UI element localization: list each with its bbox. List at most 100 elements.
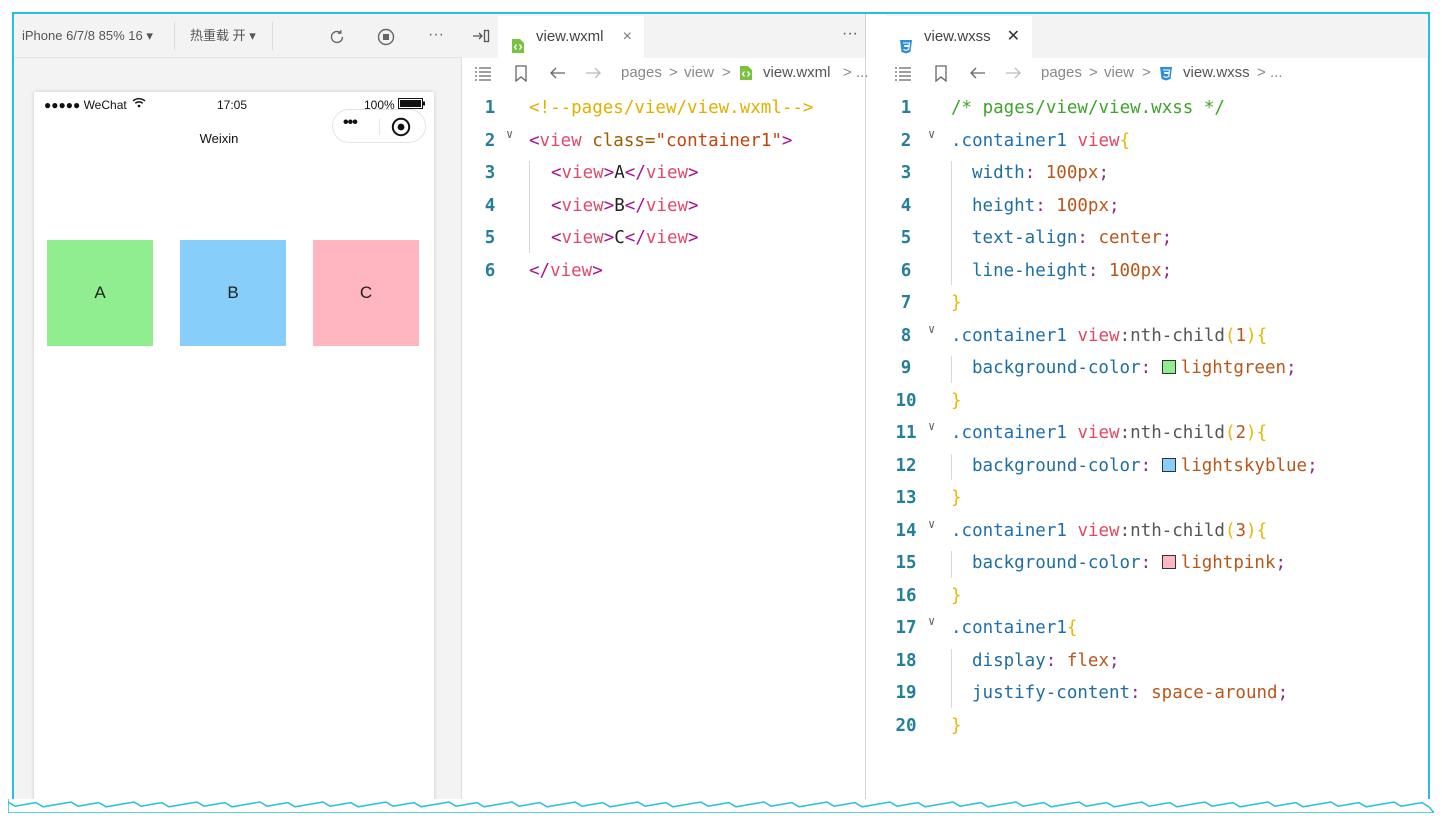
code-text: A: [614, 163, 625, 183]
code-value: lightpink: [1180, 553, 1276, 573]
code-value: space-around: [1151, 683, 1278, 703]
line-number: 3: [900, 163, 912, 183]
box-c: C: [313, 240, 419, 346]
color-swatch[interactable]: [1161, 457, 1176, 472]
outline-icon[interactable]: [474, 65, 491, 81]
toolbar-divider: [272, 22, 273, 50]
code-property: background-color: [972, 455, 1141, 476]
code-line: }: [951, 710, 962, 742]
simulator-panel: iPhone 6/7/8 85% 16 ▾ 热重载 开 ▾ ··· ●●●●● …: [14, 14, 462, 806]
simulator-toolbar: iPhone 6/7/8 85% 16 ▾ 热重载 开 ▾ ···: [14, 14, 462, 58]
code-line: </view>: [529, 255, 603, 287]
collapse-panel-icon[interactable]: [472, 28, 490, 49]
forward-arrow-icon[interactable]: [584, 65, 601, 81]
breadcrumb: pages > view > view.wxss > ...: [886, 58, 1428, 88]
breadcrumb-pages[interactable]: pages: [621, 64, 662, 81]
fold-chevron-icon[interactable]: ∨: [928, 517, 935, 531]
box-b: B: [180, 240, 286, 346]
code-number: 1: [1235, 325, 1247, 346]
code-value: center: [1098, 228, 1162, 248]
fold-chevron-icon[interactable]: ∨: [506, 127, 513, 141]
css-file-icon: [1158, 65, 1174, 81]
code-semicolon: ;: [1098, 163, 1109, 183]
code-comment: /* pages/view/view.wxss */: [951, 98, 1225, 118]
code-paren: (: [1224, 325, 1236, 346]
code-brace: {: [1256, 325, 1268, 346]
close-icon[interactable]: ×: [623, 16, 632, 58]
capsule-button[interactable]: •••: [332, 109, 426, 143]
breadcrumb-file[interactable]: view.wxml: [763, 64, 831, 81]
code-bracket: </: [529, 260, 551, 281]
code-selector-tag: view: [1077, 130, 1120, 151]
bookmark-icon[interactable]: [934, 65, 950, 83]
code-line: text-align: center;: [972, 222, 1172, 254]
code-property: height: [972, 195, 1036, 216]
code-line: <view class="container1">: [529, 125, 792, 157]
code-brace: }: [951, 390, 962, 411]
code-semicolon: ;: [1161, 260, 1173, 281]
code-paren: ): [1246, 325, 1257, 346]
color-swatch[interactable]: [1161, 555, 1176, 569]
indent-guide: [951, 648, 952, 708]
refresh-icon[interactable]: [328, 28, 344, 44]
device-select[interactable]: iPhone 6/7/8 85% 16 ▾: [22, 14, 153, 58]
close-icon[interactable]: ✕: [1007, 16, 1020, 58]
fold-chevron-icon[interactable]: ∨: [928, 419, 935, 433]
screenshot-frame: iPhone 6/7/8 85% 16 ▾ 热重载 开 ▾ ··· ●●●●● …: [12, 12, 1430, 808]
line-number: 4: [484, 195, 496, 216]
more-icon[interactable]: ···: [428, 26, 444, 43]
color-swatch[interactable]: [1161, 360, 1176, 374]
fold-chevron-icon[interactable]: ∨: [928, 614, 935, 628]
code-line: }: [951, 287, 962, 319]
breadcrumb-pages[interactable]: pages: [1041, 64, 1082, 81]
tab-view-wxml[interactable]: view.wxml ×: [498, 16, 644, 58]
code-colon: :: [1140, 553, 1162, 573]
code-line: <view>C</view>: [551, 222, 699, 254]
code-selector-tag: view: [1077, 325, 1120, 346]
more-actions-icon[interactable]: ···: [842, 25, 858, 43]
fold-chevron-icon[interactable]: ∨: [928, 322, 935, 336]
stop-icon[interactable]: [377, 28, 395, 46]
carrier-text: ●●●●● WeChat: [44, 98, 127, 112]
code-line: }: [951, 580, 962, 612]
bookmark-icon[interactable]: [514, 65, 530, 83]
code-semicolon: ;: [1161, 228, 1173, 248]
outline-icon[interactable]: [894, 65, 911, 81]
code-bracket: >: [592, 260, 603, 281]
code-comment: <!--pages/view/view.wxml-->: [529, 98, 814, 118]
code-bracket: </: [624, 228, 646, 248]
back-arrow-icon[interactable]: [549, 65, 565, 81]
torn-edge: [8, 799, 1434, 813]
code-line: background-color: lightgreen;: [972, 352, 1297, 384]
line-number: 17: [895, 618, 917, 638]
breadcrumb-file[interactable]: view.wxss: [1183, 64, 1250, 81]
hot-reload-toggle[interactable]: 热重载 开 ▾: [190, 14, 256, 58]
forward-arrow-icon[interactable]: [1004, 65, 1021, 81]
code-property: background-color: [972, 358, 1141, 378]
code-line: .container1 view:nth-child(1){: [951, 320, 1267, 352]
code-semicolon: ;: [1108, 195, 1120, 216]
code-line: <view>B</view>: [551, 190, 699, 222]
indent-guide: [951, 453, 952, 480]
code-line: <!--pages/view/view.wxml-->: [529, 92, 813, 124]
indent-guide: [529, 161, 530, 253]
code-value: 100px: [1045, 163, 1099, 183]
code-brace: }: [951, 293, 962, 313]
line-number: 5: [484, 228, 496, 248]
line-number: 15: [895, 553, 917, 573]
code-tag: view: [645, 228, 689, 248]
capsule-close-icon[interactable]: [391, 117, 411, 142]
line-number: 6: [900, 260, 912, 281]
back-arrow-icon[interactable]: [969, 65, 985, 81]
breadcrumb-view[interactable]: view: [684, 64, 714, 81]
code-semicolon: ;: [1275, 553, 1287, 573]
code-property: display: [972, 650, 1046, 671]
fold-chevron-icon[interactable]: ∨: [928, 127, 935, 141]
phone-screen: ●●●●● WeChat 17:05 100% Weixin ••• A B C: [34, 92, 434, 806]
breadcrumb-separator: >: [722, 64, 731, 81]
breadcrumb-view[interactable]: view: [1104, 64, 1134, 81]
code-tag: view: [561, 163, 604, 183]
tab-view-wxss[interactable]: view.wxss ✕: [886, 16, 1032, 58]
code-semicolon: ;: [1277, 683, 1289, 703]
capsule-more-icon[interactable]: •••: [343, 114, 358, 132]
